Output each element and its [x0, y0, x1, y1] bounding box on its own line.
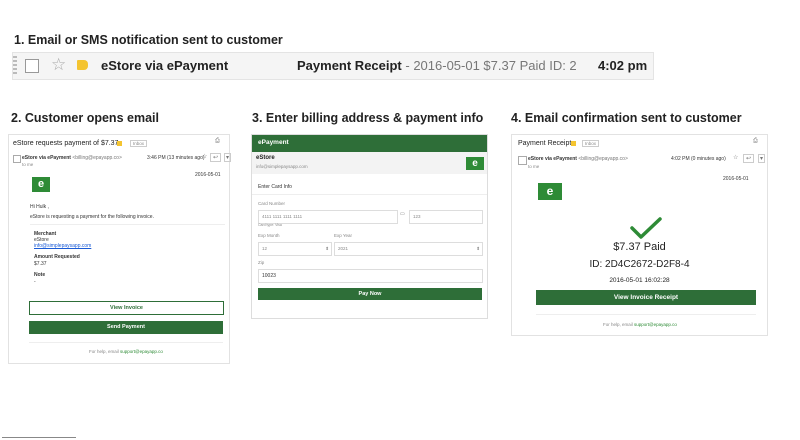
label-tag-icon — [571, 141, 576, 146]
send-payment-button[interactable]: Send Payment — [29, 321, 223, 334]
inbox-subject-text: Payment Receipt — [297, 58, 402, 73]
card-number-label: Card Number — [258, 201, 286, 206]
step-2-title: 2. Customer opens email — [11, 111, 159, 125]
checkbox-icon[interactable] — [13, 155, 21, 163]
email4-time: 4:02 PM (0 minutes ago) — [671, 156, 726, 162]
logo: e — [538, 183, 562, 200]
card-number-value: 4111 1111 1111 1111 — [262, 214, 303, 219]
logo: e — [32, 177, 50, 192]
inbox-time: 4:02 pm — [598, 58, 648, 73]
star-icon[interactable]: ☆ — [733, 154, 738, 161]
exp-year-label: Exp Year — [334, 233, 353, 238]
email2-subject: eStore requests payment of $7.37 — [13, 140, 119, 147]
from-email: <billing@epayapp.co> — [72, 155, 122, 161]
pay-now-button[interactable]: Pay Now — [258, 288, 482, 300]
divider — [252, 194, 487, 195]
logo: e — [466, 157, 484, 170]
to-me: to me — [528, 164, 540, 169]
inbox-snippet: - 2016-05-01 $7.37 Paid ID: 2 — [401, 58, 577, 73]
store-bar: eStore info@simplepaysapp.com e — [252, 152, 487, 174]
form-header: ePayment — [252, 135, 487, 152]
exp-year-select[interactable]: 2021 ⬍ — [334, 242, 483, 256]
print-icon[interactable]: ⎙ — [215, 138, 220, 145]
from-name: eStore via ePayment — [22, 155, 71, 161]
card-number-input[interactable]: 4111 1111 1111 1111 — [258, 210, 398, 224]
amount-label: Amount Requested — [34, 254, 80, 260]
store-email: info@simplepaysapp.com — [256, 164, 308, 169]
inbox-subject: Payment Receipt - 2016-05-01 $7.37 Paid … — [297, 58, 577, 73]
footer-prefix: For help, email — [89, 349, 121, 354]
email2-footer: For help, email support@epayapp.co — [89, 349, 163, 354]
print-icon[interactable]: ⎙ — [753, 138, 758, 145]
section-title: Enter Card Info — [258, 184, 292, 190]
divider — [29, 342, 223, 343]
divider — [2, 437, 76, 438]
label-tag-icon — [77, 60, 88, 70]
request-message: eStore is requesting a payment for the f… — [30, 214, 154, 220]
dropdown-icon: ⬍ — [325, 246, 329, 251]
zip-label: Zip — [258, 260, 265, 265]
star-icon[interactable]: ☆ — [202, 153, 207, 160]
inbox-label[interactable]: Inbox — [130, 140, 148, 147]
label-tag-icon — [117, 141, 122, 146]
payment-datetime: 2016-05-01 16:02:28 — [609, 277, 670, 284]
drag-handle[interactable] — [13, 56, 17, 76]
star-icon[interactable]: ☆ — [51, 55, 66, 75]
view-invoice-button[interactable]: View Invoice — [29, 301, 224, 315]
merchant-email[interactable]: info@simplepaysapp.com — [34, 243, 91, 249]
exp-month-select[interactable]: 12 ⬍ — [258, 242, 332, 256]
note-label: Note — [34, 272, 46, 278]
more-icon[interactable]: ▾ — [224, 153, 232, 162]
email4-footer: For help, email support@epayapp.co — [603, 322, 677, 327]
inbox-sender: eStore via ePayment — [101, 58, 229, 73]
exp-year-value: 2021 — [338, 246, 349, 251]
reply-icon[interactable]: ↩ — [743, 154, 755, 163]
amount-value: $7.37 — [34, 261, 47, 267]
note-value: - — [34, 279, 36, 285]
email2-time: 3:46 PM (13 minutes ago) — [147, 155, 205, 161]
from-name: eStore via ePayment — [528, 156, 577, 162]
inbox-label[interactable]: Inbox — [582, 140, 600, 147]
email-receipt-panel: Payment Receipt Inbox ⎙ eStore via ePaym… — [511, 134, 768, 336]
support-email[interactable]: support@epayapp.co — [634, 322, 677, 327]
inbox-row[interactable]: ☆ eStore via ePayment Payment Receipt - … — [12, 52, 654, 80]
view-receipt-button[interactable]: View Invoice Receipt — [536, 290, 756, 305]
greeting: Hi Hulk , — [30, 204, 49, 210]
from-email: <billing@epayapp.co> — [578, 156, 628, 162]
support-email[interactable]: support@epayapp.co — [120, 349, 163, 354]
payment-form-panel: ePayment eStore info@simplepaysapp.com e… — [251, 134, 488, 319]
email4-date: 2016-05-01 — [723, 176, 749, 182]
form-header-title: ePayment — [258, 139, 289, 146]
card-type: Card type: Visa — [258, 223, 282, 227]
more-icon[interactable]: ▾ — [758, 154, 766, 163]
email4-subject: Payment Receipt — [518, 140, 572, 147]
cvc-input[interactable]: 123 — [409, 210, 483, 224]
checkmark-icon — [630, 217, 662, 239]
divider — [536, 314, 756, 315]
exp-month-value: 12 — [262, 246, 268, 251]
email4-from: eStore via ePayment <billing@epayapp.co> — [528, 156, 628, 162]
email2-date: 2016-05-01 — [195, 172, 221, 178]
card-icon: ▭ — [400, 211, 405, 217]
email2-from: eStore via ePayment <billing@epayapp.co> — [22, 155, 122, 161]
paid-amount: $7.37 Paid — [613, 241, 666, 253]
email-request-panel: eStore requests payment of $7.37 Inbox ⎙… — [8, 134, 232, 364]
payment-id: ID: 2D4C2672-D2F8-4 — [589, 259, 690, 270]
step-3-title: 3. Enter billing address & payment info — [252, 111, 484, 125]
checkbox-icon[interactable] — [25, 59, 39, 73]
zip-value: 10023 — [262, 273, 276, 279]
cvc-value: 123 — [413, 214, 421, 219]
step-1-title: 1. Email or SMS notification sent to cus… — [14, 33, 283, 47]
footer-prefix: For help, email — [603, 322, 635, 327]
exp-month-label: Exp Month — [258, 233, 280, 238]
dropdown-icon: ⬍ — [476, 246, 480, 251]
checkbox-icon[interactable] — [518, 156, 527, 165]
reply-icon[interactable]: ↩ — [210, 153, 222, 162]
to-me: to me — [22, 162, 34, 167]
zip-input[interactable]: 10023 — [258, 269, 483, 283]
store-name: eStore — [256, 155, 275, 161]
divider — [30, 224, 225, 225]
step-4-title: 4. Email confirmation sent to customer — [511, 111, 742, 125]
